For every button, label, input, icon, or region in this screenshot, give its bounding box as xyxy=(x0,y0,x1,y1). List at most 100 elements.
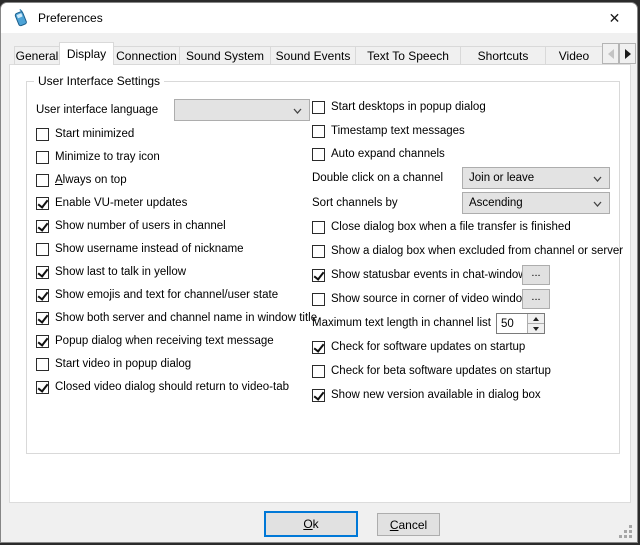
language-combobox[interactable] xyxy=(174,99,310,121)
checkbox-box xyxy=(36,266,49,279)
checkbox-label: Show statusbar events in chat-window xyxy=(331,269,527,281)
checkbox-box xyxy=(312,389,325,402)
source-corner-more-button[interactable]: ... xyxy=(522,289,550,309)
sort-channels-label: Sort channels by xyxy=(312,197,398,209)
chevron-down-icon xyxy=(293,108,302,114)
checkbox-label: Close dialog box when a file transfer is… xyxy=(331,221,571,233)
ellipsis-icon: ... xyxy=(531,291,540,303)
checkbox-new-version-dialog[interactable]: Show new version available in dialog box xyxy=(312,385,541,405)
tab-label: General xyxy=(16,49,59,63)
checkbox-auto-expand-channels[interactable]: Auto expand channels xyxy=(312,144,445,164)
statusbar-events-more-button[interactable]: ... xyxy=(522,265,550,285)
tab-sound-system[interactable]: Sound System xyxy=(179,46,271,65)
checkbox-close-on-transfer[interactable]: Close dialog box when a file transfer is… xyxy=(312,217,571,237)
close-button[interactable]: ✕ xyxy=(592,3,637,33)
checkbox-show-username[interactable]: Show username instead of nickname xyxy=(36,239,244,259)
checkbox-label: Show source in corner of video window xyxy=(331,293,530,305)
checkbox-box xyxy=(36,358,49,371)
tab-video[interactable]: Video xyxy=(545,46,603,65)
sort-channels-label-row: Sort channels by xyxy=(312,193,398,213)
tab-label: Text To Speech xyxy=(367,49,449,63)
tab-shortcuts[interactable]: Shortcuts xyxy=(460,46,546,65)
checkbox-box xyxy=(36,220,49,233)
tab-general[interactable]: General xyxy=(14,46,60,65)
checkbox-label: Show username instead of nickname xyxy=(55,243,244,255)
checkbox-start-minimized[interactable]: Start minimized xyxy=(36,124,134,144)
checkbox-label: Start video in popup dialog xyxy=(55,358,191,370)
checkbox-source-corner-video[interactable]: Show source in corner of video window xyxy=(312,289,530,309)
sort-channels-combobox[interactable]: Ascending xyxy=(462,192,610,214)
tab-label: Sound Events xyxy=(276,49,351,63)
sort-channels-value: Ascending xyxy=(469,197,523,209)
checkbox-check-updates[interactable]: Check for software updates on startup xyxy=(312,337,525,357)
checkbox-timestamp-messages[interactable]: Timestamp text messages xyxy=(312,121,465,141)
cancel-button[interactable]: Cancel xyxy=(377,513,440,536)
checkbox-label: Check for beta software updates on start… xyxy=(331,365,551,377)
checkbox-check-beta-updates[interactable]: Check for beta software updates on start… xyxy=(312,361,551,381)
double-click-label-row: Double click on a channel xyxy=(312,168,443,188)
tab-scroll-left-button[interactable] xyxy=(602,43,619,64)
language-label-row: User interface language xyxy=(36,100,158,120)
tab-label: Connection xyxy=(116,49,177,63)
tab-label: Display xyxy=(67,47,106,61)
checkbox-label: Closed video dialog should return to vid… xyxy=(55,381,289,393)
checkbox-label: Show last to talk in yellow xyxy=(55,266,186,278)
checkbox-desktops-popup[interactable]: Start desktops in popup dialog xyxy=(312,97,486,117)
checkbox-popup-text-message[interactable]: Popup dialog when receiving text message xyxy=(36,331,274,351)
double-click-value: Join or leave xyxy=(469,172,534,184)
tab-sound-events[interactable]: Sound Events xyxy=(270,46,356,65)
checkbox-video-popup[interactable]: Start video in popup dialog xyxy=(36,354,191,374)
title-bar: Preferences ✕ xyxy=(1,3,637,33)
checkbox-box xyxy=(312,341,325,354)
checkbox-last-to-talk[interactable]: Show last to talk in yellow xyxy=(36,262,186,282)
spin-up-icon xyxy=(533,317,539,321)
chevron-down-icon xyxy=(593,201,602,207)
chevron-down-icon xyxy=(593,176,602,182)
checkbox-box xyxy=(36,243,49,256)
preferences-dialog: Preferences ✕ General Display Connection… xyxy=(0,2,638,543)
language-label: User interface language xyxy=(36,104,158,116)
checkbox-box xyxy=(312,269,325,282)
checkbox-box xyxy=(312,125,325,138)
spinner-buttons xyxy=(527,314,544,333)
spin-down-icon xyxy=(533,327,539,331)
double-click-label: Double click on a channel xyxy=(312,172,443,184)
checkbox-closed-video-return[interactable]: Closed video dialog should return to vid… xyxy=(36,377,289,397)
checkbox-label: Minimize to tray icon xyxy=(55,151,160,163)
tab-bar: General Display Connection Sound System … xyxy=(14,42,602,65)
tab-display[interactable]: Display xyxy=(59,42,114,65)
checkbox-show-user-count[interactable]: Show number of users in channel xyxy=(36,216,226,236)
checkbox-box xyxy=(36,128,49,141)
teamtalk-app-icon xyxy=(12,9,29,27)
double-click-combobox[interactable]: Join or leave xyxy=(462,167,610,189)
checkbox-label: Check for software updates on startup xyxy=(331,341,525,353)
checkbox-minimize-to-tray[interactable]: Minimize to tray icon xyxy=(36,147,160,167)
checkbox-emojis-text-state[interactable]: Show emojis and text for channel/user st… xyxy=(36,285,278,305)
tab-scroll-right-button[interactable] xyxy=(619,43,636,64)
checkbox-dialog-when-excluded[interactable]: Show a dialog box when excluded from cha… xyxy=(312,241,623,261)
checkbox-label: Auto expand channels xyxy=(331,148,445,160)
maxlen-label: Maximum text length in channel list xyxy=(312,317,491,329)
checkbox-always-on-top[interactable]: Always on top xyxy=(36,170,127,190)
maxlen-spinbox[interactable] xyxy=(496,313,545,334)
tab-text-to-speech[interactable]: Text To Speech xyxy=(355,46,461,65)
cancel-label: Cancel xyxy=(390,518,427,532)
checkbox-server-channel-title[interactable]: Show both server and channel name in win… xyxy=(36,308,317,328)
spin-down-button[interactable] xyxy=(528,324,544,333)
resize-grip-icon[interactable] xyxy=(619,525,633,539)
checkbox-label: Enable VU-meter updates xyxy=(55,197,187,209)
maxlen-input[interactable] xyxy=(497,314,527,333)
checkbox-box xyxy=(312,221,325,234)
checkbox-box xyxy=(36,312,49,325)
close-icon: ✕ xyxy=(609,10,621,27)
scroll-left-icon xyxy=(608,49,614,59)
checkbox-box xyxy=(36,335,49,348)
checkbox-statusbar-events[interactable]: Show statusbar events in chat-window xyxy=(312,265,527,285)
checkbox-label: Popup dialog when receiving text message xyxy=(55,335,274,347)
checkbox-vu-meter-updates[interactable]: Enable VU-meter updates xyxy=(36,193,187,213)
checkbox-box xyxy=(36,197,49,210)
spin-up-button[interactable] xyxy=(528,314,544,324)
checkbox-box xyxy=(36,174,49,187)
ok-button[interactable]: Ok xyxy=(264,511,358,537)
tab-connection[interactable]: Connection xyxy=(113,46,180,65)
